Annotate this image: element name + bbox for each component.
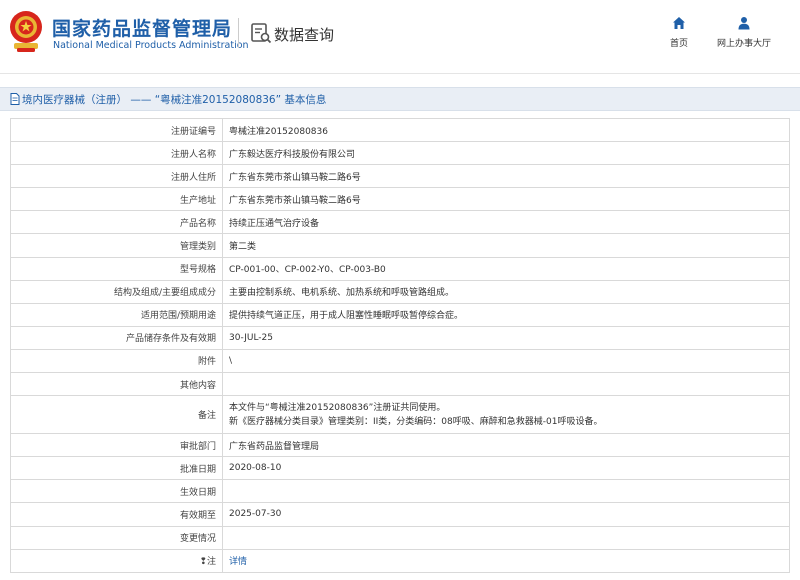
title-separator: —— <box>130 94 152 106</box>
pin-icon: ❢ <box>199 557 207 568</box>
field-value: 提供持续气道正压，用于成人阻塞性睡眠呼吸暂停综合症。 <box>222 302 790 327</box>
field-label: 附件 <box>10 348 223 374</box>
table-row: 生效日期 <box>10 479 790 504</box>
field-label: 注册证编号 <box>10 117 223 143</box>
header-separator <box>0 73 800 74</box>
field-label: ❢注 <box>10 548 223 573</box>
nav-online-hall-link[interactable]: 网上办事大厅 <box>712 16 776 56</box>
table-row-remark: 备注 本文件与“粤械注准20152080836”注册证共同使用。新《医疗器械分类目… <box>10 395 790 435</box>
table-row-note: ❢注 详情 <box>10 548 790 573</box>
field-label: 生效日期 <box>10 479 223 504</box>
field-value: 30-JUL-25 <box>222 325 790 350</box>
field-label: 批准日期 <box>10 456 223 481</box>
field-value: CP-001-00、CP-002-Y0、CP-003-B0 <box>222 256 790 281</box>
header-divider <box>238 18 239 48</box>
note-label: 注 <box>206 557 216 568</box>
table-row: 产品储存条件及有效期 30-JUL-25 <box>10 325 790 350</box>
field-label: 管理类别 <box>10 233 223 258</box>
field-label: 其他内容 <box>10 372 223 397</box>
field-label: 生产地址 <box>10 187 223 212</box>
field-value <box>222 372 790 397</box>
field-value: \ <box>222 348 790 374</box>
field-label: 产品储存条件及有效期 <box>10 325 223 350</box>
field-value <box>222 525 790 550</box>
field-value: 粤械注准20152080836 <box>222 117 790 143</box>
field-value <box>222 479 790 504</box>
table-row: 适用范围/预期用途 提供持续气道正压，用于成人阻塞性睡眠呼吸暂停综合症。 <box>10 302 790 327</box>
registration-detail-table: 注册证编号 粤械注准20152080836 注册人名称 广东毅达医疗科技股份有限公司注… <box>10 117 790 573</box>
field-label: 备注 <box>10 395 223 435</box>
field-label: 适用范围/预期用途 <box>10 302 223 327</box>
field-value: 广东毅达医疗科技股份有限公司 <box>222 141 790 166</box>
field-value: 2025-07-30 <box>222 502 790 527</box>
org-name-en: National Medical Products Administration <box>53 40 249 51</box>
field-value: 持续正压通气治疗设备 <box>222 210 790 235</box>
field-value: 2020-08-10 <box>222 456 790 481</box>
table-row: 管理类别 第二类 <box>10 233 790 258</box>
site-header: 国家药品监督管理局 National Medical Products Admi… <box>0 0 800 72</box>
table-row: 注册人名称 广东毅达医疗科技股份有限公司 <box>10 141 790 166</box>
table-row: 注册证编号 粤械注准20152080836 <box>10 117 790 143</box>
table-row: 注册人住所 广东省东莞市茶山镇马鞍二路6号 <box>10 164 790 189</box>
field-value: 主要由控制系统、电机系统、加热系统和呼吸管路组成。 <box>222 279 790 304</box>
field-label: 有效期至 <box>10 502 223 527</box>
page-title-bar: 境内医疗器械（注册） —— “粤械注准20152080836” 基本信息 <box>0 87 800 111</box>
table-row: 结构及组成/主要组成成分 主要由控制系统、电机系统、加热系统和呼吸管路组成。 <box>10 279 790 304</box>
table-row: 附件 \ <box>10 348 790 374</box>
user-icon <box>738 17 750 30</box>
title-suffix: 基本信息 <box>284 94 327 106</box>
table-row: 批准日期 2020-08-10 <box>10 456 790 481</box>
title-section: 境内医疗器械（注册） <box>22 94 127 106</box>
remark-value: 本文件与“粤械注准20152080836”注册证共同使用。新《医疗器械分类目录》… <box>222 395 790 435</box>
details-link[interactable]: 详情 <box>229 557 247 567</box>
field-value: 广东省东莞市茶山镇马鞍二路6号 <box>222 187 790 212</box>
national-emblem-icon <box>10 11 42 52</box>
document-icon <box>10 93 20 105</box>
field-label: 产品名称 <box>10 210 223 235</box>
field-label: 审批部门 <box>10 433 223 458</box>
table-row: 变更情况 <box>10 525 790 550</box>
query-title: 数据查询 <box>274 26 335 44</box>
org-name-cn: 国家药品监督管理局 <box>52 18 233 40</box>
table-row: 产品名称 持续正压通气治疗设备 <box>10 210 790 235</box>
table-row: 其他内容 <box>10 372 790 397</box>
nav-home-label: 首页 <box>669 39 688 49</box>
remark-line2: 新《医疗器械分类目录》管理类别：II类，分类编码：08呼吸、麻醉和急救器械-01… <box>229 416 603 427</box>
nav-home-link[interactable]: 首页 <box>664 16 694 56</box>
field-value: 广东省药品监督管理局 <box>222 433 790 458</box>
page-title: 境内医疗器械（注册） —— “粤械注准20152080836” 基本信息 <box>22 92 326 107</box>
table-row: 型号规格 CP-001-00、CP-002-Y0、CP-003-B0 <box>10 256 790 281</box>
field-label: 注册人名称 <box>10 141 223 166</box>
data-query-icon <box>251 23 272 44</box>
home-icon <box>673 17 685 29</box>
field-value: 第二类 <box>222 233 790 258</box>
field-value: 详情 <box>222 548 790 573</box>
field-label: 注册人住所 <box>10 164 223 189</box>
remark-line1: 本文件与“粤械注准20152080836”注册证共同使用。 <box>229 402 446 413</box>
nav-online-hall-label: 网上办事大厅 <box>716 39 771 49</box>
table-row: 生产地址 广东省东莞市茶山镇马鞍二路6号 <box>10 187 790 212</box>
field-label: 变更情况 <box>10 525 223 550</box>
title-record: “粤械注准20152080836” <box>154 94 282 106</box>
field-value: 广东省东莞市茶山镇马鞍二路6号 <box>222 164 790 189</box>
table-row: 有效期至 2025-07-30 <box>10 502 790 527</box>
table-row: 审批部门 广东省药品监督管理局 <box>10 433 790 458</box>
field-label: 结构及组成/主要组成成分 <box>10 279 223 304</box>
field-label: 型号规格 <box>10 256 223 281</box>
